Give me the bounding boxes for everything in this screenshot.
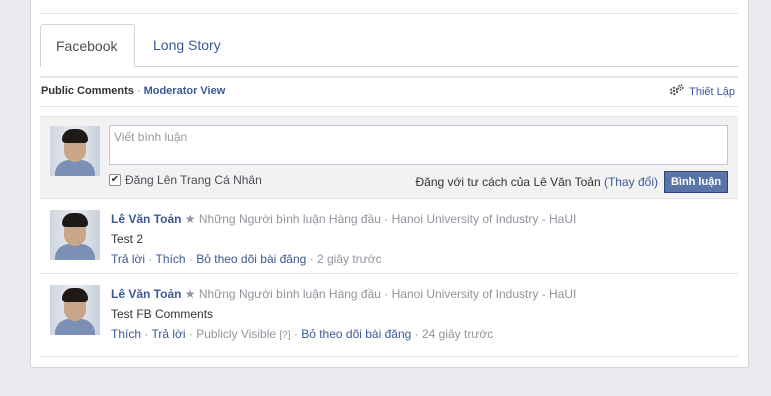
submit-comment-button[interactable]: Bình luận: [664, 171, 728, 193]
comment-header: Lê Văn Toản ★ Những Người bình luận Hàng…: [111, 212, 576, 226]
moderator-view-link[interactable]: Moderator View: [144, 85, 226, 97]
avatar: [50, 126, 100, 176]
comment-actions: Trả lời · Thích · Bỏ theo dõi bài đăng ·…: [111, 252, 382, 266]
posting-as-text: Đăng với tư cách của Lê Văn Toản: [415, 175, 601, 189]
top-commenter-badge: ★ Những Người bình luận Hàng đầu: [184, 212, 381, 226]
comment-author[interactable]: Lê Văn Toản: [111, 212, 181, 226]
post-to-profile-label: Đăng Lên Trang Cá Nhân: [125, 173, 262, 187]
help-link[interactable]: [?]: [279, 330, 290, 341]
public-comments-label: Public Comments: [41, 85, 134, 97]
unfollow-link[interactable]: Bỏ theo dõi bài đăng: [196, 252, 306, 266]
top-commenter-badge: ★ Những Người bình luận Hàng đầu: [184, 287, 381, 301]
unfollow-link[interactable]: Bỏ theo dõi bài đăng: [301, 327, 411, 341]
comment-author[interactable]: Lê Văn Toản: [111, 287, 181, 301]
divider: [40, 76, 738, 78]
tab-facebook[interactable]: Facebook: [40, 24, 135, 67]
comment-input[interactable]: Viết bình luận: [109, 125, 728, 165]
avatar[interactable]: [50, 210, 100, 260]
comment-text: Test 2: [111, 232, 144, 246]
checkbox-checked-icon[interactable]: ✔: [109, 174, 121, 186]
nav-separator: ·: [136, 85, 141, 97]
tab-bar: Facebook Long Story: [40, 24, 738, 67]
like-link[interactable]: Thích: [156, 252, 186, 266]
posting-as: Đăng với tư cách của Lê Văn Toản (Thay đ…: [415, 175, 658, 189]
comment-timestamp: 2 giây trước: [317, 252, 382, 266]
comment-timestamp: 24 giây trước: [421, 327, 494, 341]
comment-text: Test FB Comments: [111, 307, 214, 321]
comment-actions: Thích · Trả lời · Publicly Visible [?] ·…: [111, 327, 494, 341]
divider: [40, 13, 738, 14]
comment-composer: Viết bình luận ✔ Đăng Lên Trang Cá Nhân …: [40, 116, 738, 199]
divider: [40, 273, 738, 274]
divider: [40, 356, 738, 357]
settings-button[interactable]: Thiết Lập: [669, 84, 735, 99]
comment-affiliation: · Hanoi University of Industry - HaUI: [384, 212, 577, 226]
gear-icon: [669, 84, 685, 99]
reply-link[interactable]: Trả lời: [151, 327, 185, 341]
reply-link[interactable]: Trả lời: [111, 252, 145, 266]
comment-item: Lê Văn Toản ★ Những Người bình luận Hàng…: [40, 275, 738, 355]
tab-long-story[interactable]: Long Story: [138, 24, 236, 67]
divider: [40, 106, 738, 107]
comment-affiliation: · Hanoi University of Industry - HaUI: [384, 287, 577, 301]
comment-item: Lê Văn Toản ★ Những Người bình luận Hàng…: [40, 200, 738, 274]
change-identity-link[interactable]: (Thay đổi): [604, 175, 658, 189]
settings-label: Thiết Lập: [689, 85, 735, 98]
comment-view-nav: Public Comments · Moderator View: [41, 85, 225, 97]
avatar[interactable]: [50, 285, 100, 335]
post-to-profile-toggle[interactable]: ✔ Đăng Lên Trang Cá Nhân: [109, 173, 262, 187]
visibility-label: Publicly Visible: [196, 327, 277, 341]
like-link[interactable]: Thích: [111, 327, 141, 341]
comment-header: Lê Văn Toản ★ Những Người bình luận Hàng…: [111, 287, 576, 301]
